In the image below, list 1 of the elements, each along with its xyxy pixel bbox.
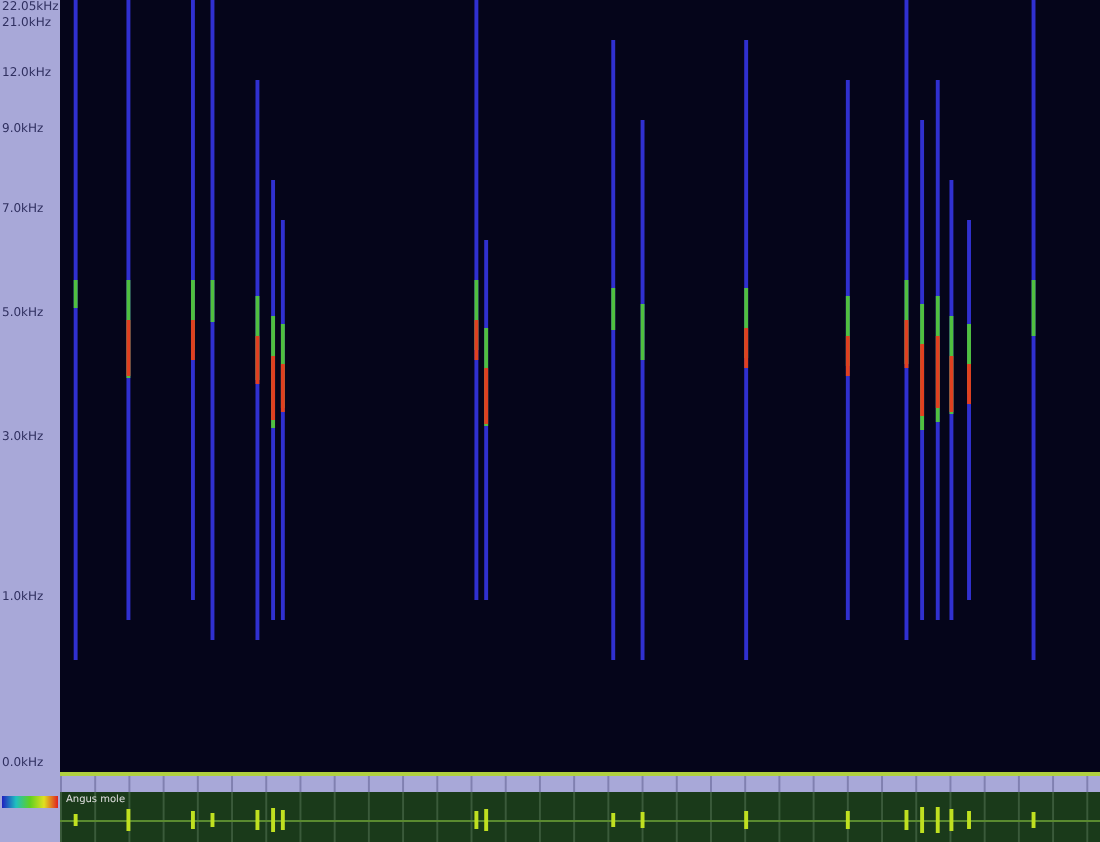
colormap-icon: [2, 796, 58, 808]
